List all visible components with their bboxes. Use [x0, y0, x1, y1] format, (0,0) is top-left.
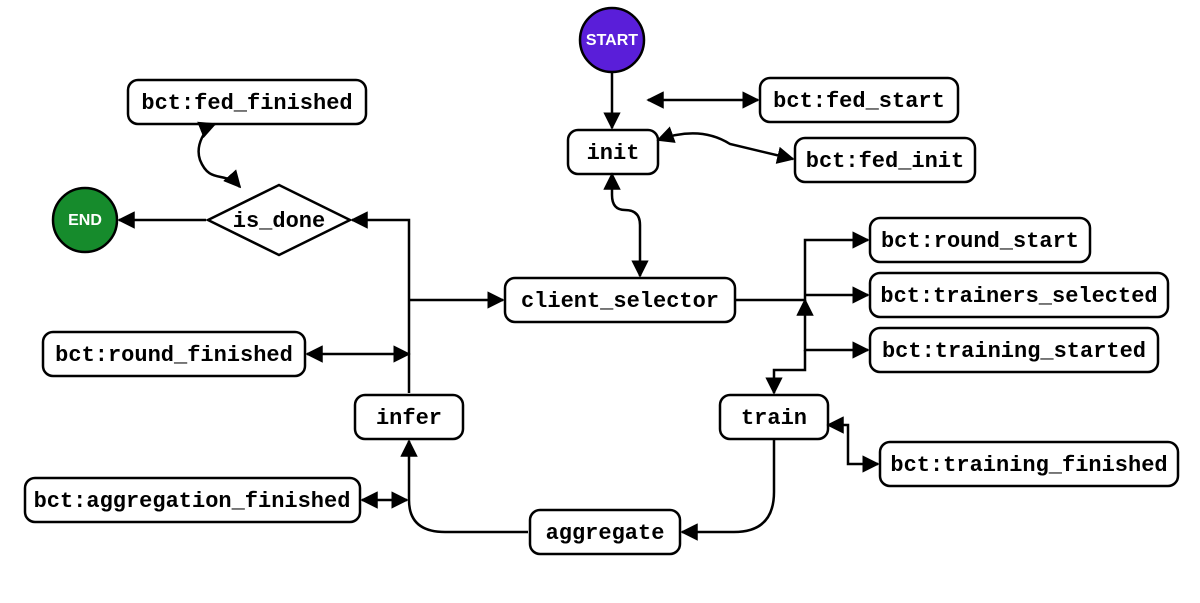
edge-cs-train — [774, 350, 805, 393]
edge-init-fedinit — [658, 133, 793, 159]
training-finished-label: bct:training_finished — [890, 453, 1167, 478]
edge-cs-roundstart — [735, 240, 868, 300]
infer-label: infer — [376, 406, 442, 431]
trainers-selected-label: bct:trainers_selected — [880, 284, 1157, 309]
aggregate-label: aggregate — [546, 521, 665, 546]
aggregation-finished-label: bct:aggregation_finished — [34, 489, 351, 514]
fed-init-label: bct:fed_init — [806, 149, 964, 174]
train-label: train — [741, 406, 807, 431]
edge-train-aggregate — [682, 439, 774, 532]
start-label: START — [586, 32, 638, 49]
training-started-label: bct:training_started — [882, 339, 1146, 364]
edge-isdone-fedfinished — [199, 124, 240, 187]
edge-init-clientselector — [612, 174, 640, 276]
init-label: init — [587, 141, 640, 166]
round-finished-label: bct:round_finished — [55, 343, 293, 368]
edge-branch-isdone — [352, 220, 409, 300]
fed-start-label: bct:fed_start — [773, 89, 945, 114]
client-selector-label: client_selector — [521, 289, 719, 314]
round-start-label: bct:round_start — [881, 229, 1079, 254]
flowchart-diagram: START END init is_done client_selector i… — [0, 0, 1200, 603]
end-label: END — [68, 212, 102, 229]
is-done-label: is_done — [233, 209, 325, 234]
fed-finished-label: bct:fed_finished — [141, 91, 352, 116]
edge-train-trainingfinished — [828, 425, 878, 464]
edge-cs-trainingstarted — [805, 300, 868, 350]
edge-aggregate-infer — [409, 441, 528, 532]
